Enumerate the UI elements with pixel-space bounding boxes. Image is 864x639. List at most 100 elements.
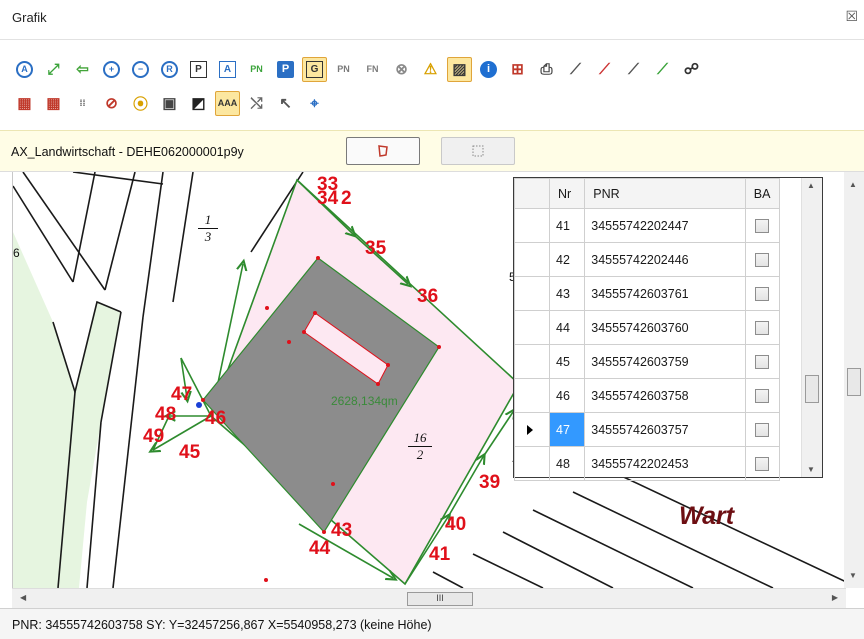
row-selector[interactable] bbox=[514, 344, 550, 379]
window-close-icon[interactable]: ☒ bbox=[845, 8, 858, 25]
cell-pnr[interactable]: 34555742603760 bbox=[584, 310, 746, 345]
ba-checkbox[interactable] bbox=[755, 286, 770, 301]
row-selector[interactable] bbox=[514, 378, 550, 413]
cell-pnr[interactable]: 34555742202447 bbox=[584, 208, 746, 243]
grid-f-icon: ▦ bbox=[46, 95, 61, 112]
cell-pnr[interactable]: 34555742603761 bbox=[584, 276, 746, 311]
line-draw-icon: ⟋ bbox=[570, 60, 581, 78]
map-vertical-scrollbar[interactable]: ▲ ▼ bbox=[844, 172, 864, 588]
no-fill-button[interactable]: ⊘ bbox=[99, 91, 124, 116]
ba-checkbox[interactable] bbox=[755, 218, 770, 233]
cell-pnr[interactable]: 34555742603757 bbox=[584, 412, 746, 447]
zoom-refresh-button[interactable]: R bbox=[157, 57, 182, 82]
back-arrow-button[interactable]: ⇦ bbox=[70, 57, 95, 82]
cell-nr[interactable]: 41 bbox=[548, 208, 586, 243]
point-label: 41 bbox=[429, 544, 451, 565]
cell-nr[interactable]: 45 bbox=[548, 344, 586, 379]
cell-pnr[interactable]: 34555742603759 bbox=[584, 344, 746, 379]
frame-a-icon: A bbox=[219, 60, 236, 78]
pn-gray-button[interactable]: PN bbox=[331, 57, 356, 82]
frame-select-button[interactable] bbox=[441, 137, 515, 165]
cell-nr[interactable]: 46 bbox=[548, 378, 586, 413]
fn-gray-button[interactable]: FN bbox=[360, 57, 385, 82]
hatch-button[interactable]: ▨ bbox=[447, 56, 472, 82]
ba-checkbox[interactable] bbox=[755, 388, 770, 403]
info-button[interactable]: i bbox=[476, 57, 501, 82]
frame-a-button[interactable]: A bbox=[215, 57, 240, 82]
line-plus-button[interactable]: ⟋ bbox=[650, 57, 675, 82]
cell-pnr[interactable]: 34555742202446 bbox=[584, 242, 746, 277]
point-box-button[interactable]: ▣ bbox=[157, 91, 182, 116]
polygon-select-button[interactable] bbox=[346, 137, 420, 165]
row-selector[interactable] bbox=[514, 208, 550, 243]
grid-f-button[interactable]: ▦ bbox=[41, 91, 66, 116]
traffic-light-button[interactable]: ⦿ bbox=[128, 91, 153, 116]
point-table[interactable]: Nr PNR BA 41 34555742202447 42 345557422024… bbox=[513, 177, 823, 481]
g-frame-button[interactable]: G bbox=[302, 56, 327, 82]
row-selector[interactable] bbox=[514, 310, 550, 345]
ba-checkbox[interactable] bbox=[755, 422, 770, 437]
column-header-ba[interactable]: BA bbox=[744, 178, 781, 209]
contrast-button[interactable]: ◩ bbox=[186, 91, 211, 116]
map-canvas[interactable]: 1 3 16 2 2628,134qm Wart 6 5 33342353647… bbox=[12, 172, 858, 588]
zoom-in-button[interactable]: + bbox=[99, 57, 124, 82]
pn-green-button[interactable]: PN bbox=[244, 57, 269, 82]
text-aaa-button[interactable]: AAA bbox=[215, 90, 240, 116]
map-hscroll-thumb[interactable]: III bbox=[407, 592, 473, 606]
point-grid-button[interactable]: ⊞ bbox=[505, 57, 530, 82]
cancel-circle-button[interactable]: ⊗ bbox=[389, 57, 414, 82]
column-header-pnr[interactable]: PNR bbox=[584, 178, 746, 209]
map-horizontal-scrollbar[interactable]: ◀ III ▶ bbox=[12, 588, 846, 608]
table-row[interactable]: 44 34555742603760 bbox=[514, 310, 781, 345]
table-row[interactable]: 45 34555742603759 bbox=[514, 344, 781, 379]
table-row[interactable]: 46 34555742603758 bbox=[514, 378, 781, 413]
zoom-all-button[interactable]: A bbox=[12, 57, 37, 82]
map-vscroll-thumb[interactable] bbox=[847, 368, 861, 396]
zoom-extent-button[interactable]: ⤢ bbox=[41, 57, 66, 82]
table-scroll-down-icon[interactable]: ▼ bbox=[807, 465, 815, 474]
table-row[interactable]: 42 34555742202446 bbox=[514, 242, 781, 277]
pn-green-icon: PN bbox=[250, 64, 263, 74]
cell-nr[interactable]: 43 bbox=[548, 276, 586, 311]
table-vertical-scrollbar[interactable]: ▲ ▼ bbox=[801, 178, 822, 477]
table-row[interactable]: 47 34555742603757 bbox=[514, 412, 781, 447]
cursor-button[interactable]: ↖ bbox=[273, 91, 298, 116]
ba-checkbox[interactable] bbox=[755, 456, 770, 471]
cell-pnr[interactable]: 34555742202453 bbox=[584, 446, 746, 481]
table-scroll-up-icon[interactable]: ▲ bbox=[807, 181, 815, 190]
line-minus-button[interactable]: ⟋ bbox=[592, 57, 617, 82]
frame-p-button[interactable]: P bbox=[186, 57, 211, 82]
pick-point-button[interactable]: ⌖ bbox=[302, 91, 327, 116]
row-selector[interactable] bbox=[514, 412, 550, 447]
row-selector[interactable] bbox=[514, 242, 550, 277]
ba-checkbox[interactable] bbox=[755, 252, 770, 267]
ba-checkbox[interactable] bbox=[755, 320, 770, 335]
map-scroll-right-icon[interactable]: ▶ bbox=[832, 593, 838, 602]
map-scroll-left-icon[interactable]: ◀ bbox=[20, 593, 26, 602]
line-draw-button[interactable]: ⟋ bbox=[563, 57, 588, 82]
line-angle-button[interactable]: ⟋ bbox=[621, 57, 646, 82]
rotate-text-button[interactable]: ⤭ bbox=[244, 91, 269, 116]
table-scroll-thumb[interactable] bbox=[805, 375, 819, 403]
table-row[interactable]: 48 34555742202453 bbox=[514, 446, 781, 481]
zoom-out-button[interactable]: − bbox=[128, 57, 153, 82]
dot-grid-button[interactable]: ⁞⁞ bbox=[70, 91, 95, 116]
cell-nr[interactable]: 47 bbox=[548, 412, 586, 447]
ba-checkbox[interactable] bbox=[755, 354, 770, 369]
cell-nr[interactable]: 48 bbox=[548, 446, 586, 481]
map-scroll-up-icon[interactable]: ▲ bbox=[849, 180, 857, 189]
grid-k-button[interactable]: ▦ bbox=[12, 91, 37, 116]
map-scroll-down-icon[interactable]: ▼ bbox=[849, 571, 857, 580]
table-row[interactable]: 43 34555742603761 bbox=[514, 276, 781, 311]
warning-button[interactable]: ⚠ bbox=[418, 57, 443, 82]
p-blue-button[interactable]: P bbox=[273, 57, 298, 82]
column-header-nr[interactable]: Nr bbox=[548, 178, 586, 209]
cell-nr[interactable]: 44 bbox=[548, 310, 586, 345]
row-selector[interactable] bbox=[514, 276, 550, 311]
cell-pnr[interactable]: 34555742603758 bbox=[584, 378, 746, 413]
cell-nr[interactable]: 42 bbox=[548, 242, 586, 277]
print-button[interactable]: ⎙ bbox=[534, 57, 559, 82]
row-selector[interactable] bbox=[514, 446, 550, 481]
table-row[interactable]: 41 34555742202447 bbox=[514, 208, 781, 243]
binoculars-button[interactable]: ☍ bbox=[679, 57, 704, 82]
